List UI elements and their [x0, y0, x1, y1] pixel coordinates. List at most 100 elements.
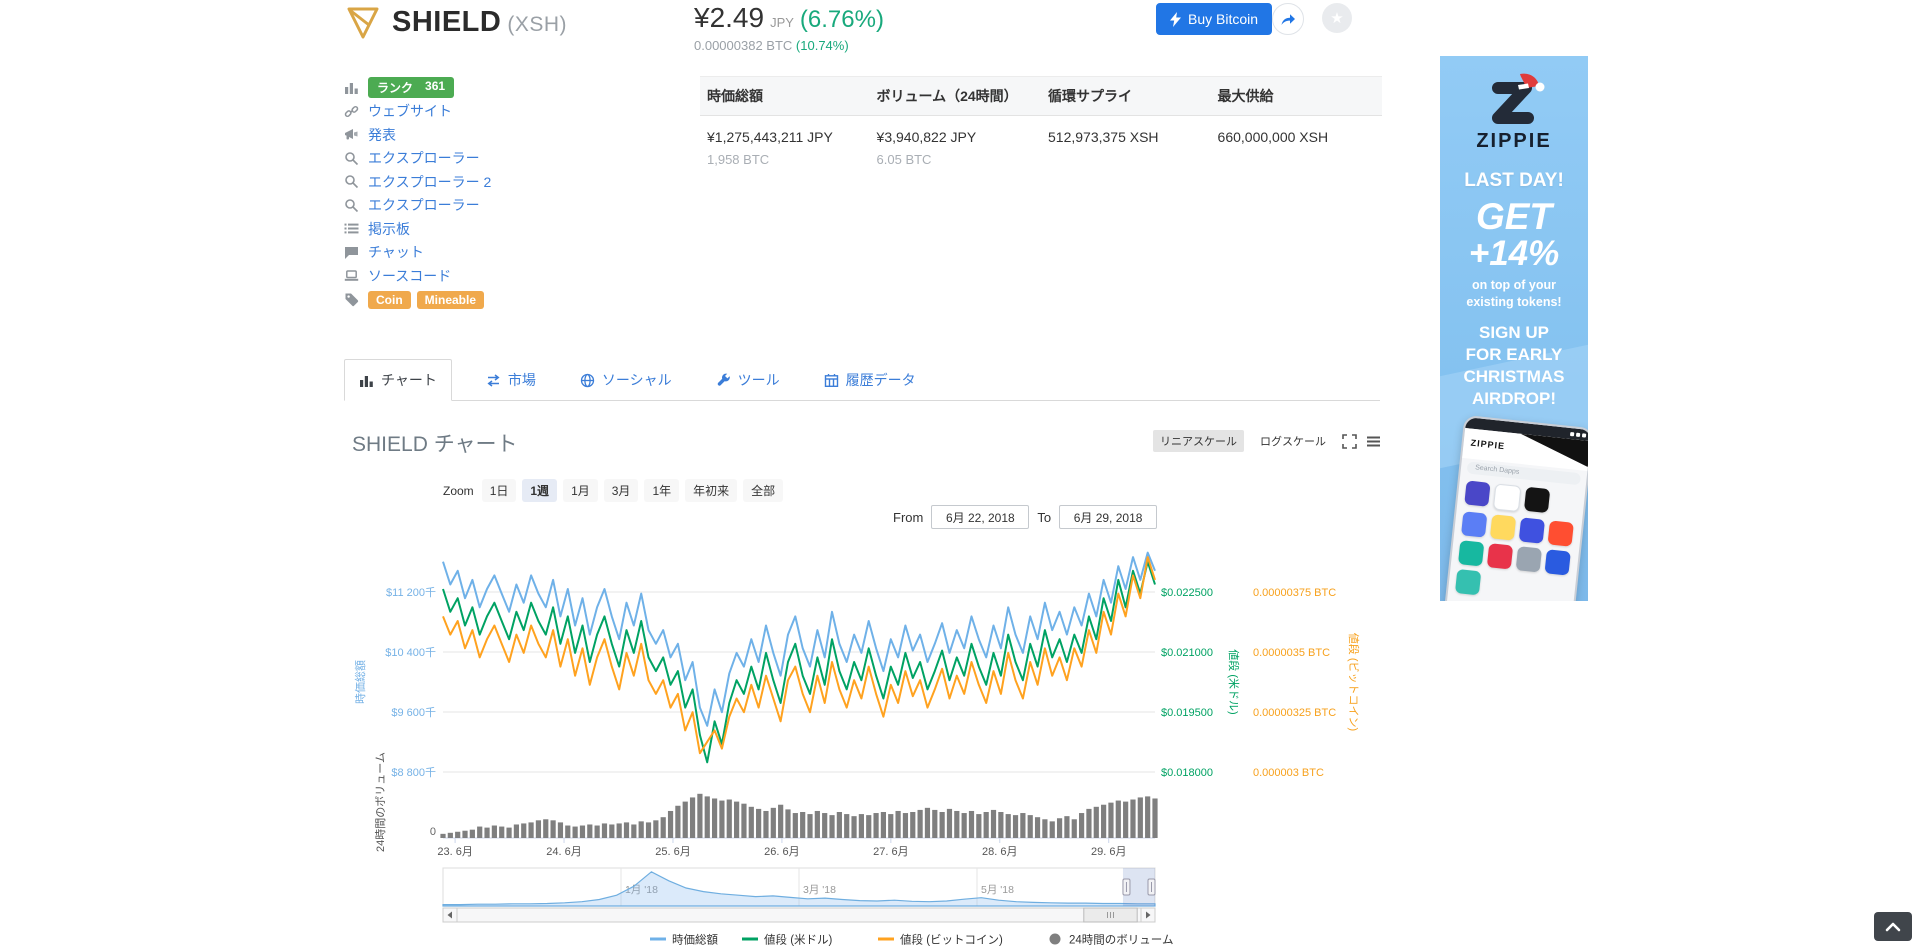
volume-bar: [528, 822, 533, 838]
legend-item[interactable]: 値段 (米ドル): [742, 933, 833, 947]
legend-swatch: [1050, 934, 1061, 945]
volume-bar: [1006, 814, 1011, 838]
phone-app-icon: [1519, 517, 1545, 543]
rank-value: 361: [425, 79, 445, 96]
coin-sidebar: ランク 361 ウェブサイト発表エクスプローラーエクスプローラー 2 エクスプロー…: [344, 76, 674, 311]
volume-bar: [580, 826, 585, 838]
volume-bar: [624, 822, 629, 838]
sidebar-link[interactable]: ソースコード: [368, 266, 451, 286]
volume-bar: [661, 817, 666, 838]
from-label: From: [893, 510, 923, 525]
volume-bar: [881, 812, 886, 838]
zoom-range-button[interactable]: 1週: [522, 479, 557, 502]
volume-bar: [595, 826, 600, 838]
chart-menu-icon[interactable]: [1366, 434, 1381, 449]
zoom-range-button[interactable]: 3月: [604, 479, 639, 502]
zoom-range-button[interactable]: 1年: [644, 479, 679, 502]
tab-item[interactable]: ツール: [702, 360, 794, 400]
tag-icon: [344, 292, 359, 307]
volume-bar: [873, 813, 878, 838]
fullscreen-icon[interactable]: [1342, 434, 1357, 449]
volume-bar: [536, 820, 541, 838]
bar-chart-icon: [344, 80, 359, 95]
tab-item[interactable]: 履歴データ: [810, 360, 930, 400]
tag-badges: Coin Mineable: [368, 291, 490, 307]
chart-zoom-controls: Zoom 1日1週1月3月1年年初来全部: [443, 479, 783, 502]
sidebar-link[interactable]: エクスプローラー 2: [368, 172, 491, 192]
legend-swatch: [878, 938, 894, 941]
phone-header-wedge: [1518, 434, 1588, 467]
volume-bar: [763, 811, 768, 838]
ad-lastday-text: LAST DAY!: [1440, 170, 1588, 192]
legend-label: 24時間のボリューム: [1069, 934, 1173, 947]
sidebar-link[interactable]: チャット: [368, 242, 424, 262]
volume-bar: [1035, 817, 1040, 838]
stats-header: 最大供給: [1211, 86, 1382, 106]
volume-bar: [712, 798, 717, 838]
from-date-input[interactable]: [931, 505, 1029, 529]
sidebar-link[interactable]: ウェブサイト: [368, 101, 452, 121]
volume-bar: [1152, 798, 1157, 838]
series-line: [443, 557, 1155, 753]
btc-axis-tick: 0.00000325 BTC: [1253, 707, 1336, 719]
volume-bar: [837, 812, 842, 838]
phone-app-icon: [1461, 511, 1487, 537]
volume-bar: [573, 827, 578, 838]
phone-app-icon: [1544, 549, 1570, 575]
phone-app-icon: [1516, 546, 1542, 572]
rank-row: ランク 361: [344, 76, 674, 100]
sidebar-item: 掲示板: [344, 217, 674, 241]
zippie-ad-banner[interactable]: ZIPPIE LAST DAY! GET +14% on top of your…: [1440, 56, 1588, 601]
volume-bar: [1094, 807, 1099, 838]
volume-bar: [1057, 818, 1062, 838]
volume-bar: [749, 807, 754, 838]
tab-item[interactable]: ソーシャル: [566, 360, 686, 400]
tag-badge[interactable]: Coin: [368, 291, 411, 309]
linear-scale-button[interactable]: リニアスケール: [1153, 430, 1244, 452]
chart-title-coin: SHIELD: [352, 433, 428, 456]
tab-label: 履歴データ: [846, 370, 916, 390]
volume-bar: [1116, 801, 1121, 838]
price-btc-change: (10.74%): [796, 38, 849, 53]
share-button[interactable]: [1272, 3, 1304, 35]
volume-bar: [998, 812, 1003, 838]
usd-axis-tick: $0.022500: [1161, 587, 1213, 599]
scroll-to-top-button[interactable]: [1874, 912, 1912, 941]
volume-bar: [800, 812, 805, 838]
sidebar-link[interactable]: 掲示板: [368, 219, 410, 239]
volume-bar: [1123, 802, 1128, 838]
legend-item[interactable]: 24時間のボリューム: [1050, 934, 1174, 947]
volume-bar: [829, 815, 834, 838]
btc-axis-tick: 0.000003 BTC: [1253, 767, 1324, 779]
stats-values-row: ¥1,275,443,211 JPY1,958 BTC¥3,940,822 JP…: [700, 129, 1382, 167]
sidebar-link[interactable]: エクスプローラー: [368, 148, 480, 168]
legend-item[interactable]: 時価総額: [650, 933, 718, 947]
zoom-range-button[interactable]: 年初来: [685, 479, 737, 502]
zoom-range-button[interactable]: 1月: [563, 479, 598, 502]
legend-item[interactable]: 値段 (ビットコイン): [878, 933, 1003, 947]
to-date-input[interactable]: [1059, 505, 1157, 529]
volume-bar: [492, 826, 497, 838]
sidebar-item: ソースコード: [344, 264, 674, 288]
tab-active[interactable]: チャート: [344, 359, 452, 401]
zoom-range-button[interactable]: 1日: [482, 479, 517, 502]
search-icon: [344, 174, 359, 189]
sidebar-link[interactable]: 発表: [368, 125, 396, 145]
tab-label: チャート: [381, 370, 437, 390]
price-chart[interactable]: $11 200千$10 400千$9 600千$8 800千$0.022500$…: [350, 540, 1390, 947]
search-icon: [344, 198, 359, 213]
phone-search-placeholder: Search Dapps: [1475, 464, 1520, 476]
log-scale-button[interactable]: ログスケール: [1253, 430, 1333, 452]
buy-bitcoin-button[interactable]: Buy Bitcoin: [1156, 3, 1272, 35]
x-axis-label: 27. 6月: [873, 846, 908, 858]
sidebar-link[interactable]: エクスプローラー: [368, 195, 480, 215]
volume-bar: [455, 832, 460, 838]
zoom-range-button[interactable]: 全部: [743, 479, 783, 502]
tab-label: ソーシャル: [602, 370, 672, 390]
watchlist-star-button[interactable]: ★: [1322, 3, 1352, 33]
legend-label: 時価総額: [672, 933, 718, 947]
tag-badge[interactable]: Mineable: [417, 291, 484, 309]
scrollbar-track[interactable]: [443, 908, 1155, 922]
tab-item[interactable]: 市場: [472, 360, 550, 400]
volume-bar: [954, 811, 959, 838]
